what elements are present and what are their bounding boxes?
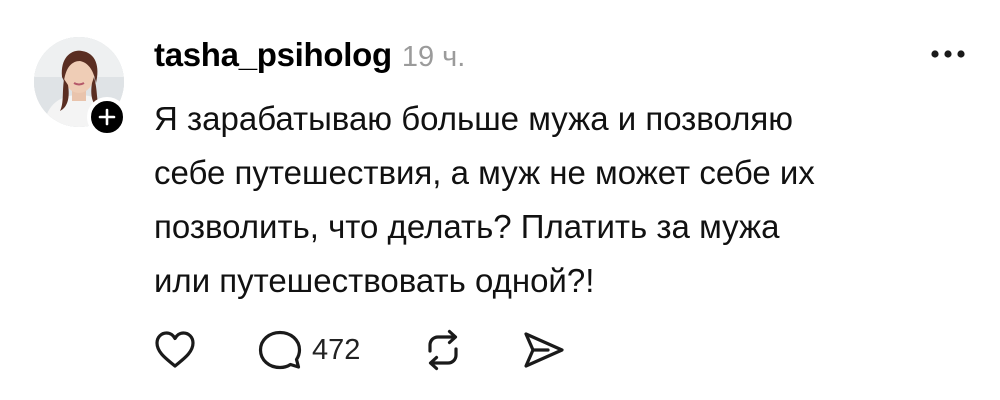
speech-bubble-icon (258, 330, 302, 370)
like-button[interactable] (154, 330, 196, 370)
username[interactable]: tasha_psiholog (154, 36, 392, 74)
reply-count: 472 (312, 333, 361, 366)
action-bar: 472 (154, 328, 566, 372)
heart-icon (155, 331, 195, 368)
send-icon (524, 332, 564, 368)
post-text: Я зарабатываю больше мужа и позволяю себ… (154, 100, 815, 299)
plus-icon (98, 108, 116, 126)
timestamp: 19 ч. (401, 41, 466, 73)
repost-arrows-icon (428, 329, 458, 371)
post-header: tasha_psiholog 19 ч. (154, 36, 465, 76)
share-button[interactable] (522, 330, 566, 370)
reply-button[interactable]: 472 (258, 329, 360, 371)
follow-button[interactable] (87, 97, 127, 137)
repost-button[interactable] (422, 329, 464, 371)
more-options-button[interactable] (928, 42, 968, 66)
post-card: tasha_psiholog 19 ч. Я зарабатываю больш… (0, 0, 1000, 400)
more-horizontal-icon (931, 50, 965, 58)
